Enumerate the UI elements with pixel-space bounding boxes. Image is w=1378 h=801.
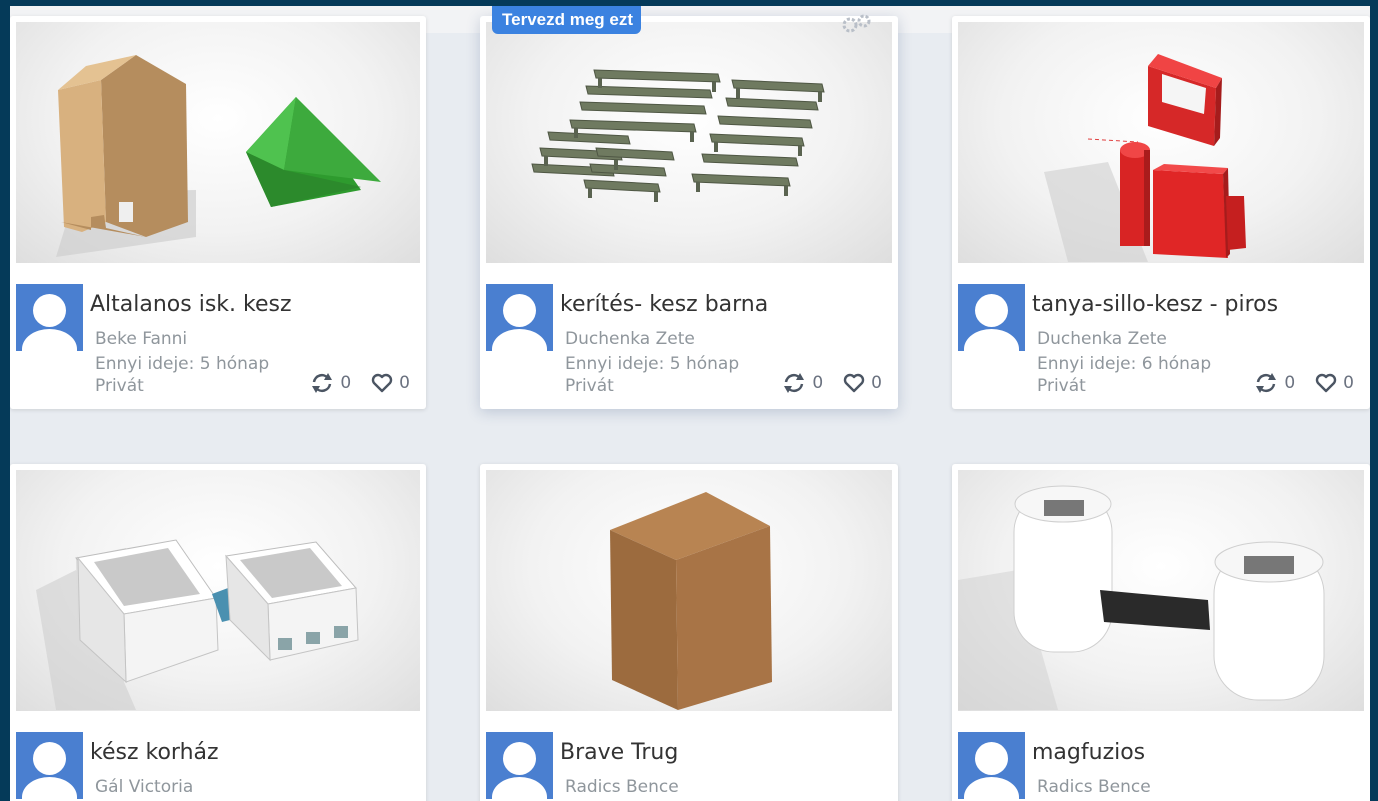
design-thumbnail[interactable] [486, 22, 892, 263]
design-card[interactable]: Tervezd meg ezt kerítés- kesz barna Duch… [480, 6, 898, 409]
design-thumbnail[interactable] [958, 470, 1364, 711]
design-author[interactable]: Beke Fanni [95, 328, 187, 350]
design-thumbnail[interactable] [958, 22, 1364, 263]
design-card[interactable]: Altalanos isk. kesz Beke Fanni Ennyi ide… [10, 16, 426, 409]
like-count: 0 [1343, 373, 1354, 393]
design-author[interactable]: Radics Bence [565, 776, 679, 798]
design-author[interactable]: Duchenka Zete [1037, 328, 1167, 350]
avatar[interactable] [958, 284, 1025, 351]
design-stats: 0 0 [1254, 372, 1354, 394]
design-thumbnail[interactable] [486, 470, 892, 711]
design-thumbnail[interactable] [16, 470, 420, 711]
remix-icon[interactable] [782, 372, 806, 394]
remix-count: 0 [812, 373, 824, 393]
design-gallery: Altalanos isk. kesz Beke Fanni Ennyi ide… [10, 6, 1370, 801]
design-title[interactable]: Brave Trug [560, 740, 678, 765]
remix-count: 0 [1284, 373, 1296, 393]
design-visibility: Privát [1037, 376, 1086, 396]
design-card[interactable]: kész korház Gál Victoria [10, 464, 426, 801]
design-visibility: Privát [565, 376, 614, 396]
remix-count: 0 [340, 373, 352, 393]
remix-icon[interactable] [1254, 372, 1278, 394]
avatar[interactable] [486, 284, 553, 351]
design-age: Ennyi ideje: 5 hónap [565, 354, 740, 374]
settings-icon[interactable] [838, 12, 874, 42]
design-card[interactable]: tanya-sillo-kesz - piros Duchenka Zete E… [952, 16, 1370, 409]
design-age: Ennyi ideje: 6 hónap [1037, 354, 1212, 374]
like-count: 0 [871, 373, 882, 393]
design-thumbnail[interactable] [16, 22, 420, 263]
avatar[interactable] [16, 732, 83, 799]
design-title[interactable]: magfuzios [1032, 740, 1145, 765]
avatar[interactable] [16, 284, 83, 351]
design-title[interactable]: tanya-sillo-kesz - piros [1032, 292, 1278, 317]
design-title[interactable]: kész korház [90, 740, 219, 765]
design-card[interactable]: magfuzios Radics Bence [952, 464, 1370, 801]
design-stats: 0 0 [310, 372, 410, 394]
heart-icon[interactable] [371, 373, 393, 393]
design-age: Ennyi ideje: 5 hónap [95, 354, 270, 374]
heart-icon[interactable] [1315, 373, 1337, 393]
design-stats: 0 0 [782, 372, 882, 394]
design-visibility: Privát [95, 376, 144, 396]
design-author[interactable]: Radics Bence [1037, 776, 1151, 798]
design-card[interactable]: Brave Trug Radics Bence [480, 464, 898, 801]
avatar[interactable] [486, 732, 553, 799]
design-author[interactable]: Gál Victoria [95, 776, 193, 798]
remix-icon[interactable] [310, 372, 334, 394]
design-author[interactable]: Duchenka Zete [565, 328, 695, 350]
design-title[interactable]: Altalanos isk. kesz [90, 292, 292, 317]
avatar[interactable] [958, 732, 1025, 799]
heart-icon[interactable] [843, 373, 865, 393]
like-count: 0 [399, 373, 410, 393]
design-title[interactable]: kerítés- kesz barna [560, 292, 768, 317]
design-this-button[interactable]: Tervezd meg ezt [492, 6, 642, 34]
